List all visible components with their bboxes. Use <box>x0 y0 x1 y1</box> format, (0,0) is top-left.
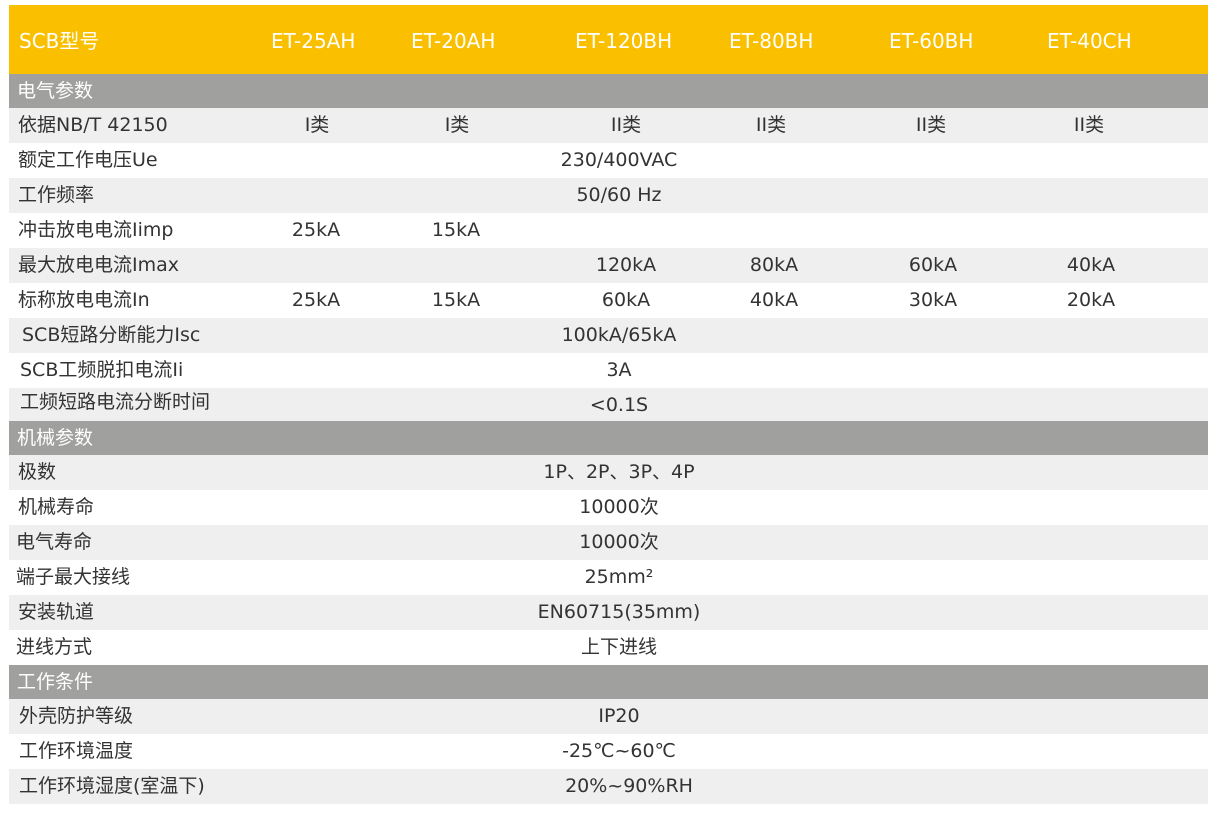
header-model-3: ET-120BH <box>575 29 673 53</box>
table-row: 电气寿命 10000次 <box>9 525 1208 560</box>
table-row: 安装轨道 EN60715(35mm) <box>9 595 1208 630</box>
table-row: 依据NB/T 42150 I类 I类 II类 II类 II类 II类 <box>9 108 1208 143</box>
cell: 25kA <box>291 289 341 311</box>
cell: 120kA <box>595 254 657 276</box>
span-cell: 50/60 Hz <box>576 184 662 206</box>
cell: II类 <box>610 114 642 136</box>
row-label: 安装轨道 <box>18 601 95 623</box>
row-label: 最大放电电流Imax <box>18 254 179 276</box>
cell: 15kA <box>431 289 481 311</box>
section-title-mechanical: 机械参数 <box>9 421 1208 455</box>
section-title-conditions: 工作条件 <box>9 665 1208 699</box>
table-row: 进线方式 上下进线 <box>9 630 1208 665</box>
cell: 20kA <box>1066 289 1116 311</box>
table-row: 工作环境湿度(室温下) 20%~90%RH <box>9 769 1208 804</box>
row-label: SCB工频脱扣电流Ii <box>20 359 184 381</box>
table-row: 工频短路电流分断时间 <0.1S <box>9 388 1208 421</box>
cell: I类 <box>304 114 330 136</box>
table-row: 极数 1P、2P、3P、4P <box>9 455 1208 490</box>
table-row: 工作频率 50/60 Hz <box>9 178 1208 213</box>
table-row: SCB短路分断能力Isc 100kA/65kA <box>9 318 1208 353</box>
cell: I类 <box>444 114 470 136</box>
span-cell: 230/400VAC <box>560 149 678 171</box>
cell: II类 <box>1073 114 1105 136</box>
span-cell: 1P、2P、3P、4P <box>543 461 695 483</box>
span-cell: 10000次 <box>579 496 659 518</box>
span-cell: 10000次 <box>579 531 659 553</box>
header-model-1: ET-25AH <box>271 29 356 53</box>
table-row: 额定工作电压Ue 230/400VAC <box>9 143 1208 178</box>
span-cell: 上下进线 <box>580 636 658 658</box>
span-cell: IP20 <box>598 705 640 727</box>
row-label: 额定工作电压Ue <box>18 149 158 171</box>
span-cell: <0.1S <box>589 394 649 416</box>
row-label: 依据NB/T 42150 <box>18 114 168 136</box>
table-row: SCB工频脱扣电流Ii 3A <box>9 353 1208 388</box>
table-row: 最大放电电流Imax 120kA 80kA 60kA 40kA <box>9 248 1208 283</box>
cell: 25kA <box>291 219 341 241</box>
row-label: 电气寿命 <box>16 531 93 553</box>
spec-table: SCB型号 ET-25AH ET-20AH ET-120BH ET-80BH E… <box>9 5 1208 804</box>
header-model-2: ET-20AH <box>411 29 496 53</box>
cell: 30kA <box>908 289 958 311</box>
table-row: 外壳防护等级 IP20 <box>9 699 1208 734</box>
span-cell: 3A <box>606 359 632 381</box>
table-header: SCB型号 ET-25AH ET-20AH ET-120BH ET-80BH E… <box>9 5 1208 74</box>
row-label: 极数 <box>18 461 57 483</box>
table-row: 端子最大接线 25mm² <box>9 560 1208 595</box>
table-row: 标称放电电流In 25kA 15kA 60kA 40kA 30kA 20kA <box>9 283 1208 318</box>
cell: 80kA <box>749 254 799 276</box>
row-label: 标称放电电流In <box>18 289 150 311</box>
row-label: 工作环境湿度(室温下) <box>19 775 205 797</box>
span-cell: EN60715(35mm) <box>537 601 701 623</box>
row-label: 工频短路电流分断时间 <box>20 391 211 413</box>
header-model-6: ET-40CH <box>1047 29 1132 53</box>
span-cell: 20%~90%RH <box>565 775 693 797</box>
cell: 40kA <box>749 289 799 311</box>
span-cell: 100kA/65kA <box>561 324 677 346</box>
header-model-5: ET-60BH <box>889 29 974 53</box>
row-label: 端子最大接线 <box>16 566 131 588</box>
cell: 60kA <box>908 254 958 276</box>
span-cell: 25mm² <box>584 566 654 588</box>
span-cell: -25℃~60℃ <box>562 740 676 762</box>
row-label: 机械寿命 <box>18 496 95 518</box>
cell: 15kA <box>431 219 481 241</box>
row-label: 工作频率 <box>18 184 95 206</box>
header-label: SCB型号 <box>19 29 100 53</box>
table-row: 冲击放电电流Iimp 25kA 15kA <box>9 213 1208 248</box>
row-label: 冲击放电电流Iimp <box>18 219 174 241</box>
table-row: 工作环境温度 -25℃~60℃ <box>9 734 1208 769</box>
cell: 40kA <box>1066 254 1116 276</box>
row-label: SCB短路分断能力Isc <box>22 324 201 346</box>
row-label: 外壳防护等级 <box>19 705 134 727</box>
table-row: 机械寿命 10000次 <box>9 490 1208 525</box>
row-label: 进线方式 <box>16 636 93 658</box>
section-title-electrical: 电气参数 <box>9 74 1208 108</box>
header-model-4: ET-80BH <box>729 29 814 53</box>
cell: II类 <box>755 114 787 136</box>
cell: 60kA <box>601 289 651 311</box>
cell: II类 <box>915 114 947 136</box>
row-label: 工作环境温度 <box>19 740 134 762</box>
